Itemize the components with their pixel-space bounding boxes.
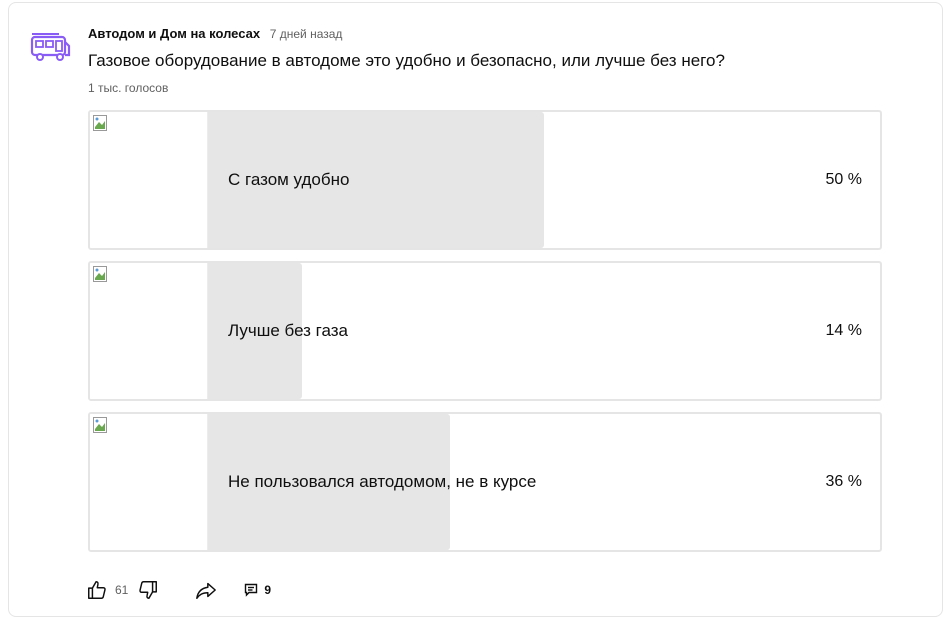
option-label: Лучше без газа [228,321,349,340]
comment-icon [245,583,258,597]
channel-name[interactable]: Автодом и Дом на колесах [88,26,260,41]
thumb-down-icon [139,581,158,599]
broken-image-icon [93,266,107,282]
option-percent: 50 % [825,171,862,188]
poll-option[interactable]: С газом удобно 50 % [88,110,882,250]
thumb-up-icon [88,581,106,599]
camper-van-icon [30,33,71,61]
channel-avatar[interactable] [29,29,71,69]
option-percent: 36 % [825,473,862,490]
broken-image-icon [93,417,107,433]
option-percent: 14 % [825,322,862,339]
like-count: 61 [115,583,129,597]
poll-option[interactable]: Не пользовался автодомом, не в курсе 36 … [88,412,882,552]
option-image [90,112,208,248]
post-header: Автодом и Дом на колесах 7 дней назад [88,26,342,41]
action-bar: 61 9 [85,576,271,604]
poll-option[interactable]: Лучше без газа 14 % [88,261,882,401]
option-label: Не пользовался автодомом, не в курсе [228,472,537,491]
post-time[interactable]: 7 дней назад [270,27,343,41]
option-image [90,414,208,550]
share-icon [196,582,217,599]
comments-button[interactable]: 9 [244,583,271,597]
comments-count: 9 [264,583,272,597]
poll-question: Газовое оборудование в автодоме это удоб… [88,51,725,70]
option-label: С газом удобно [228,170,350,189]
like-button[interactable] [85,578,109,602]
vote-count: 1 тыс. голосов [88,81,169,95]
share-button[interactable] [194,578,218,602]
option-image [90,263,208,399]
community-post: Автодом и Дом на колесах 7 дней назад Га… [8,2,943,617]
dislike-button[interactable] [136,578,160,602]
broken-image-icon [93,115,107,131]
